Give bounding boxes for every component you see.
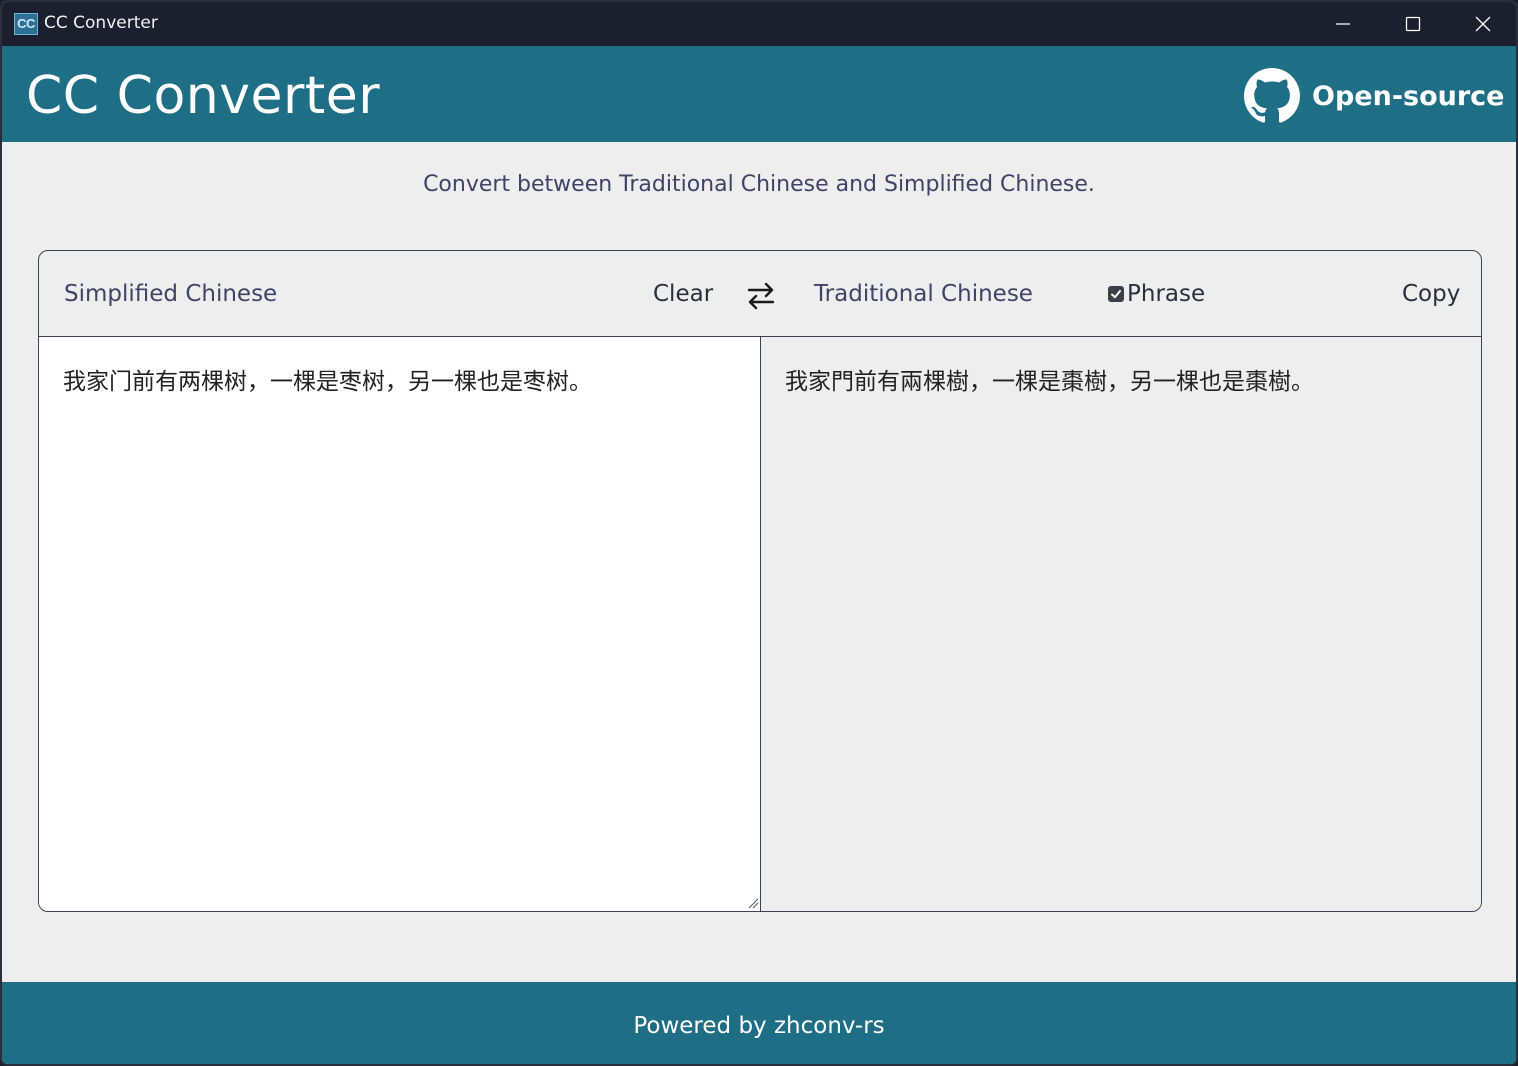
source-textarea[interactable]: 我家门前有两棵树，一棵是枣树，另一棵也是枣树。: [39, 337, 761, 911]
source-language-label: Simplified Chinese: [64, 281, 278, 307]
maximize-button[interactable]: [1378, 2, 1448, 46]
open-source-link[interactable]: Open-source: [1244, 68, 1505, 124]
phrase-toggle[interactable]: Phrase: [1108, 281, 1205, 307]
target-output: 我家門前有兩棵樹，一棵是棗樹，另一棵也是棗樹。: [761, 337, 1481, 911]
minimize-icon: [1336, 23, 1350, 25]
swap-arrows-icon: [747, 282, 775, 310]
converter-panel: Simplified Chinese Clear Traditional Chi…: [38, 250, 1482, 912]
github-icon: [1244, 68, 1300, 123]
copy-button[interactable]: Copy: [1402, 281, 1460, 307]
maximize-icon: [1405, 16, 1421, 32]
close-button[interactable]: [1448, 2, 1516, 46]
phrase-label: Phrase: [1127, 281, 1206, 307]
converter-toolbar: Simplified Chinese Clear Traditional Chi…: [39, 251, 1481, 337]
app-footer: Powered by zhconv-rs: [2, 982, 1516, 1064]
window-title: CC Converter: [44, 13, 158, 33]
swap-button[interactable]: [745, 279, 777, 319]
app-title: CC Converter: [26, 66, 381, 126]
phrase-checkbox[interactable]: [1108, 286, 1124, 302]
checkmark-icon: [1111, 290, 1121, 299]
minimize-button[interactable]: [1308, 2, 1378, 46]
resize-grip-icon[interactable]: [747, 897, 759, 909]
app-icon: CC: [14, 13, 38, 35]
app-header: CC Converter Open-source: [2, 46, 1516, 142]
clear-button[interactable]: Clear: [653, 281, 713, 307]
target-language-label: Traditional Chinese: [814, 281, 1033, 307]
app-window: CC CC Converter CC Converter Open-source…: [0, 0, 1518, 1066]
title-bar[interactable]: CC CC Converter: [2, 2, 1516, 46]
close-icon: [1475, 16, 1491, 32]
open-source-label: Open-source: [1312, 80, 1505, 112]
subtitle: Convert between Traditional Chinese and …: [423, 172, 1095, 197]
